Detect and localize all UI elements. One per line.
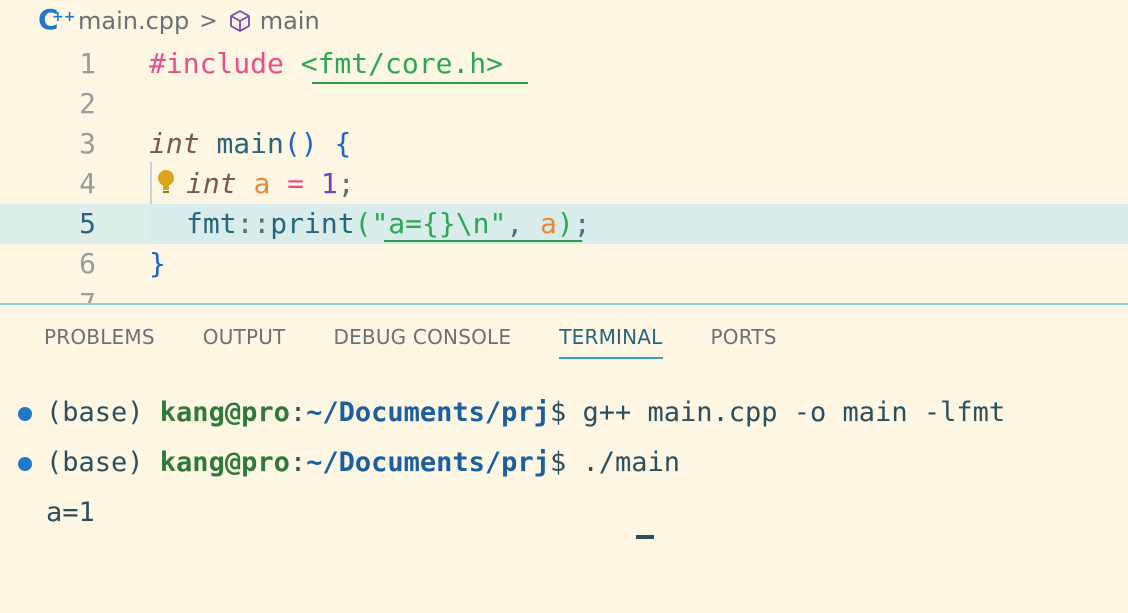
semicolon: ;	[337, 167, 355, 200]
code-line[interactable]: 7	[0, 284, 1128, 304]
function-call: print	[270, 207, 355, 240]
conda-env: (base)	[46, 447, 160, 478]
breadcrumb-file[interactable]: main.cpp	[78, 7, 189, 35]
bottom-panel: PROBLEMS OUTPUT DEBUG CONSOLE TERMINAL P…	[0, 305, 1128, 539]
tab-terminal[interactable]: TERMINAL	[559, 325, 663, 359]
comma: ,	[506, 207, 541, 240]
line-number: 1	[79, 47, 96, 80]
code-line[interactable]: 1 #include <fmt/core.h>	[0, 44, 1128, 84]
code-line[interactable]: 4 int a = 1;	[0, 164, 1128, 204]
cube-icon	[229, 10, 250, 32]
include-path[interactable]: <fmt/core.h>	[301, 47, 503, 80]
namespace: fmt	[186, 207, 237, 240]
breadcrumb-symbol[interactable]: main	[260, 7, 320, 35]
open-paren: (	[354, 207, 372, 240]
tab-problems[interactable]: PROBLEMS	[44, 325, 155, 359]
line-number: 6	[79, 247, 96, 280]
program-output: a=1	[46, 497, 95, 528]
terminal[interactable]: (base) kang@pro:~/Documents/prj$ g++ mai…	[0, 393, 1128, 543]
code-line[interactable]: 6 }	[0, 244, 1128, 284]
terminal-line: (base) kang@pro:~/Documents/prj$ g++ mai…	[0, 393, 1128, 443]
breadcrumb: C ++ main.cpp > main	[0, 0, 1128, 42]
terminal-cursor	[636, 535, 654, 539]
lightbulb-icon[interactable]	[156, 168, 178, 198]
tab-output[interactable]: OUTPUT	[203, 325, 286, 359]
preprocessor-directive: #include	[149, 47, 284, 80]
prompt-symbol: $	[549, 397, 583, 428]
scope-operator: ::	[236, 207, 271, 240]
breadcrumb-separator: >	[199, 8, 218, 34]
type-keyword: int	[149, 127, 200, 160]
cpp-file-icon: C ++	[38, 3, 76, 36]
argument: a	[540, 207, 557, 240]
terminal-line: (base) kang@pro:~/Documents/prj$ ./main	[0, 443, 1128, 493]
semicolon: ;	[573, 207, 591, 240]
user-host: kang@pro	[159, 447, 290, 478]
tab-debug-console[interactable]: DEBUG CONSOLE	[333, 325, 511, 359]
colon: :	[289, 447, 307, 478]
number-literal: 1	[320, 167, 338, 200]
open-brace: {	[334, 127, 352, 160]
tab-ports[interactable]: PORTS	[711, 325, 777, 359]
close-paren: )	[556, 207, 574, 240]
line-number: 5	[79, 207, 96, 240]
code-line[interactable]: 2	[0, 84, 1128, 124]
code-editor[interactable]: 1 #include <fmt/core.h> 2 3 int main() {…	[0, 42, 1128, 304]
user-host: kang@pro	[159, 397, 290, 428]
line-number: 3	[79, 127, 96, 160]
cwd-path: ~/Documents/prj	[306, 397, 550, 428]
code-line[interactable]: 3 int main() {	[0, 124, 1128, 164]
terminal-output: a=1	[0, 493, 1128, 543]
paren: ()	[283, 127, 318, 160]
colon: :	[289, 397, 307, 428]
command-status-icon[interactable]	[18, 407, 32, 421]
function-name: main	[216, 127, 284, 160]
command: g++ main.cpp -o main -lfmt	[582, 397, 1006, 428]
diagnostic-underline	[384, 240, 582, 242]
close-brace: }	[149, 247, 166, 280]
line-number: 4	[79, 167, 96, 200]
panel-tabs: PROBLEMS OUTPUT DEBUG CONSOLE TERMINAL P…	[44, 325, 825, 359]
format-string: "a={}\n"	[371, 207, 507, 240]
conda-env: (base)	[46, 397, 160, 428]
line-number: 7	[79, 287, 96, 304]
code-line-current[interactable]: 5 fmt::print("a={}\n", a);	[0, 204, 1128, 244]
type-keyword: int	[186, 167, 237, 200]
variable: a	[253, 167, 271, 200]
prompt-symbol: $	[549, 447, 583, 478]
command: ./main	[582, 447, 681, 478]
command-status-icon[interactable]	[18, 457, 32, 471]
line-number: 2	[79, 87, 96, 120]
operator: =	[287, 167, 305, 200]
cwd-path: ~/Documents/prj	[306, 447, 550, 478]
